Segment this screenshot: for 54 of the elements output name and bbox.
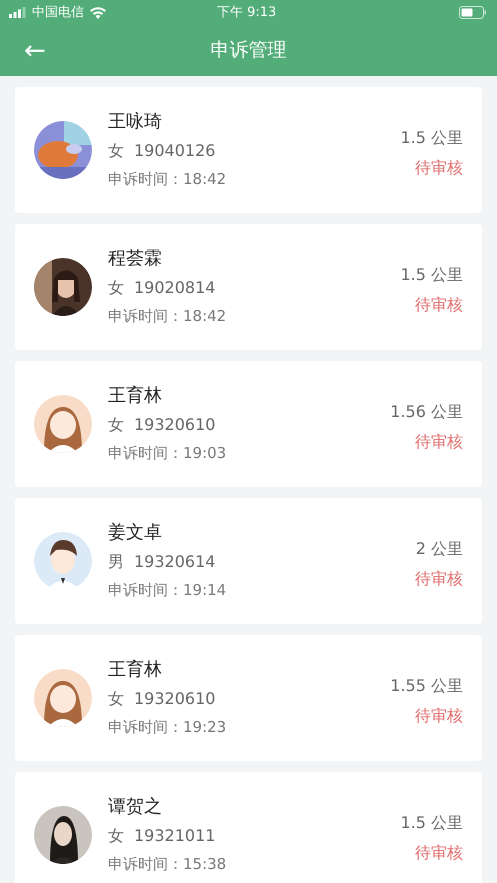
signal-icon — [9, 7, 26, 18]
status-time: 下午 9:13 — [217, 4, 276, 22]
appeal-time: 15:38 — [183, 854, 226, 874]
status-label: 待审核 — [415, 705, 463, 727]
distance: 1.5 公里 — [400, 127, 463, 149]
appeal-card[interactable]: 王咏琦 女 19040126 申诉时间：18:42 1.5 公里 待审核 — [15, 87, 482, 213]
user-id: 19320610 — [134, 689, 216, 709]
user-id: 19040126 — [134, 141, 216, 161]
gender: 女 — [108, 415, 124, 435]
time-label: 申诉时间： — [108, 717, 183, 737]
time-label: 申诉时间： — [108, 580, 183, 600]
appeal-card[interactable]: 程荟霖 女 19020814 申诉时间：18:42 1.5 公里 待审核 — [15, 224, 482, 350]
distance: 2 公里 — [416, 538, 463, 560]
appeal-time: 18:42 — [183, 169, 226, 189]
distance: 1.56 公里 — [390, 401, 463, 423]
time-label: 申诉时间： — [108, 306, 183, 326]
time-label: 申诉时间： — [108, 854, 183, 874]
user-name: 王咏琦 — [108, 111, 163, 133]
wifi-icon — [90, 6, 106, 18]
status-label: 待审核 — [415, 157, 463, 179]
distance: 1.5 公里 — [400, 264, 463, 286]
user-name: 王育林 — [108, 659, 163, 681]
user-id: 19320614 — [134, 552, 216, 572]
appeal-time: 19:23 — [183, 717, 226, 737]
distance: 1.5 公里 — [400, 812, 463, 834]
user-id: 19321011 — [134, 826, 216, 846]
user-name: 谭贺之 — [108, 796, 163, 818]
appeal-time: 19:14 — [183, 580, 226, 600]
status-label: 待审核 — [415, 294, 463, 316]
status-label: 待审核 — [415, 568, 463, 590]
carrier-name: 中国电信 — [32, 4, 84, 22]
appeal-time: 18:42 — [183, 306, 226, 326]
appeal-card[interactable]: 王育林 女 19320610 申诉时间：19:03 1.56 公里 待审核 — [15, 361, 482, 487]
appeal-card[interactable]: 姜文卓 男 19320614 申诉时间：19:14 2 公里 待审核 — [15, 498, 482, 624]
gender: 女 — [108, 826, 124, 846]
time-label: 申诉时间： — [108, 443, 183, 463]
user-name: 姜文卓 — [108, 522, 163, 544]
gender: 女 — [108, 278, 124, 298]
user-name: 王育林 — [108, 385, 163, 407]
status-label: 待审核 — [415, 842, 463, 864]
user-id: 19020814 — [134, 278, 216, 298]
status-label: 待审核 — [415, 431, 463, 453]
gender: 女 — [108, 141, 124, 161]
gender: 男 — [108, 552, 124, 572]
user-name: 程荟霖 — [108, 248, 163, 270]
appeal-card[interactable]: 谭贺之 女 19321011 申诉时间：15:38 1.5 公里 待审核 — [15, 772, 482, 883]
time-label: 申诉时间： — [108, 169, 183, 189]
user-id: 19320610 — [134, 415, 216, 435]
appeal-card[interactable]: 王育林 女 19320610 申诉时间：19:23 1.55 公里 待审核 — [15, 635, 482, 761]
distance: 1.55 公里 — [390, 675, 463, 697]
page-title: 申诉管理 — [210, 38, 286, 64]
gender: 女 — [108, 689, 124, 709]
appeal-time: 19:03 — [183, 443, 226, 463]
battery-icon — [459, 6, 487, 19]
